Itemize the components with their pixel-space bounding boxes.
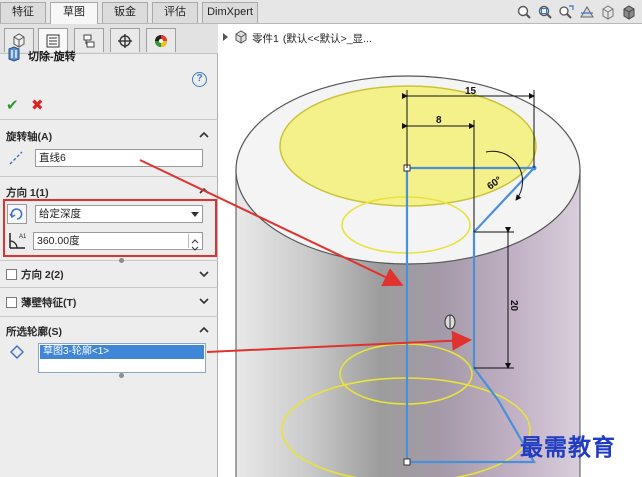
graphics-viewport[interactable]: 15 8 60° 20 xyxy=(0,0,642,477)
cursor-icon xyxy=(444,314,456,330)
dimension-text[interactable]: 8 xyxy=(436,115,442,126)
dimension-text[interactable]: 20 xyxy=(508,300,519,312)
sketch-point xyxy=(403,458,411,466)
watermark: 最需教育 xyxy=(520,434,616,461)
dimension-text[interactable]: 15 xyxy=(465,86,477,97)
